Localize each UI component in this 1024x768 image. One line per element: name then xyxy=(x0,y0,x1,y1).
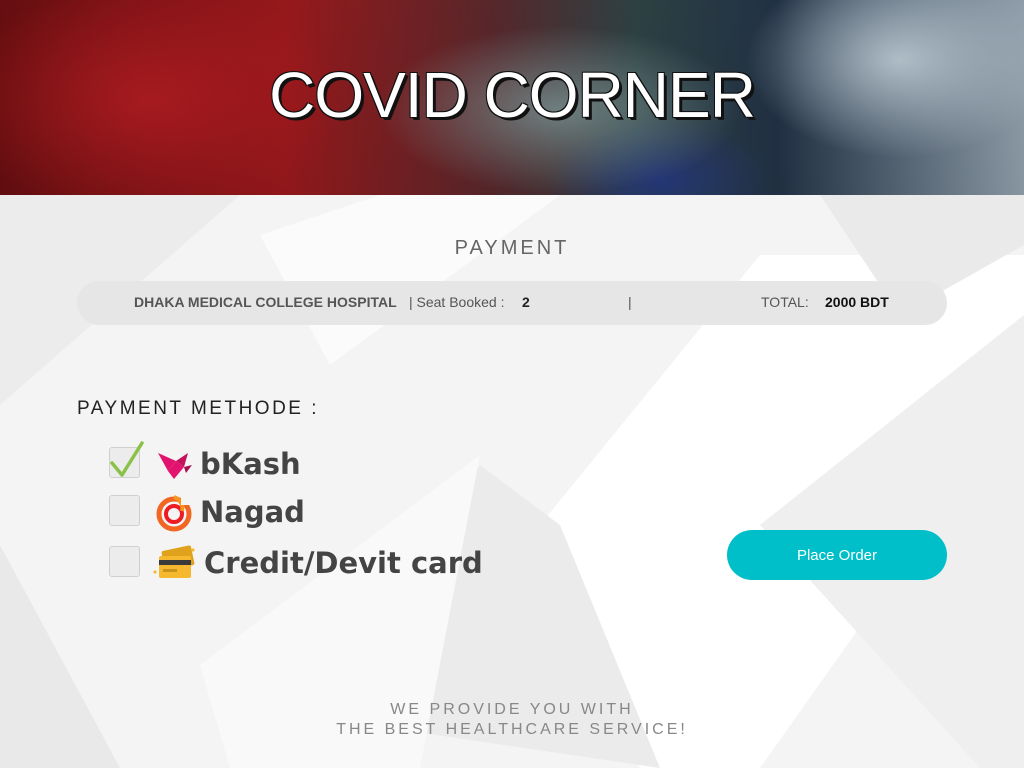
footer-line-2: THE BEST HEALTHCARE SERVICE! xyxy=(336,721,688,738)
hospital-name: DHAKA MEDICAL COLLEGE HOSPITAL xyxy=(134,294,397,310)
credit-card-icon xyxy=(153,545,195,578)
seat-booked-value: 2 xyxy=(522,294,530,310)
card-label: Credit/Devit card xyxy=(204,546,483,580)
total-value: 2000 BDT xyxy=(825,294,889,310)
nagad-label: Nagad xyxy=(200,495,305,529)
place-order-button[interactable]: Place Order xyxy=(727,530,947,580)
booking-summary-bar: DHAKA MEDICAL COLLEGE HOSPITAL | Seat Bo… xyxy=(77,281,947,325)
footer-line-1: WE PROVIDE YOU WITH xyxy=(390,701,634,718)
checkmark-icon xyxy=(110,441,144,477)
bkash-label: bKash xyxy=(200,447,301,481)
footer-tagline: WE PROVIDE YOU WITH THE BEST HEALTHCARE … xyxy=(0,700,1024,740)
page-title: COVID CORNER xyxy=(269,59,756,131)
nagad-logo-icon xyxy=(156,495,192,532)
total-label: TOTAL: xyxy=(761,294,809,310)
card-checkbox[interactable] xyxy=(109,546,140,577)
payment-heading: PAYMENT xyxy=(454,237,570,259)
payment-panel: PAYMENT DHAKA MEDICAL COLLEGE HOSPITAL |… xyxy=(0,195,1024,768)
seat-booked-label: | Seat Booked : xyxy=(409,294,505,310)
bkash-bird-icon xyxy=(158,453,192,479)
hero-banner: COVID CORNER xyxy=(0,0,1024,195)
summary-separator: | xyxy=(628,294,632,310)
nagad-checkbox[interactable] xyxy=(109,495,140,526)
payment-method-label: PAYMENT METHODE : xyxy=(77,398,320,419)
